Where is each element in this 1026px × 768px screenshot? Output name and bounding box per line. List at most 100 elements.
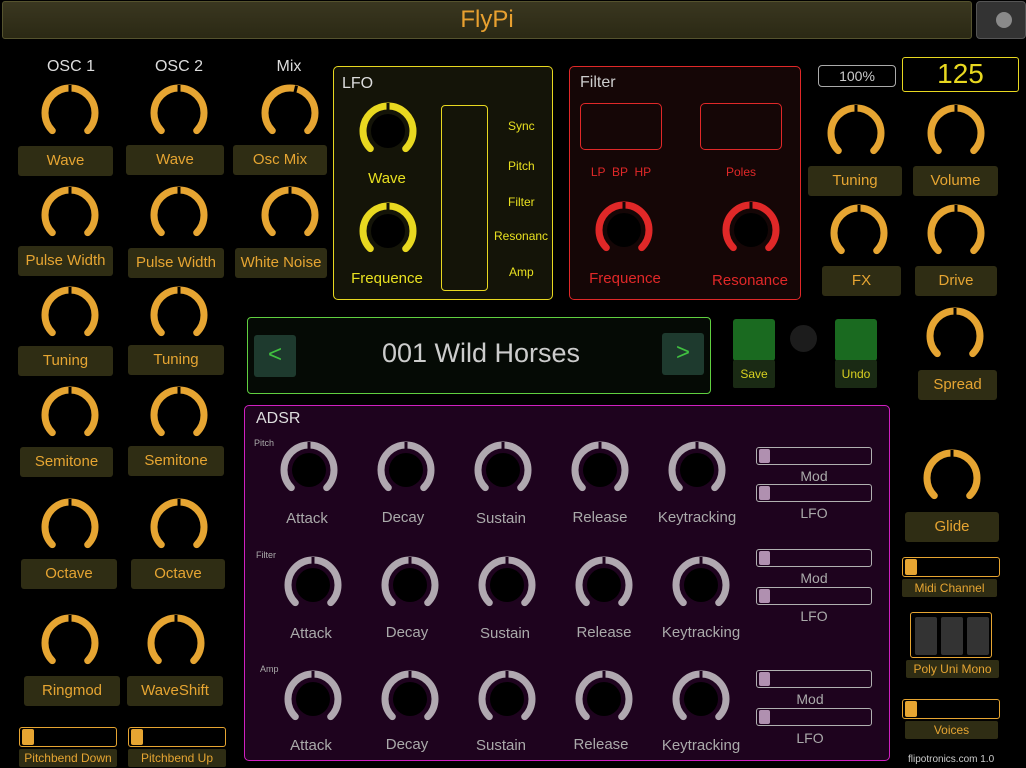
amp-mod-slider[interactable] [756, 670, 872, 688]
osc-mix-knob[interactable] [261, 84, 319, 142]
lfo-target-resonance[interactable]: Resonanc [494, 229, 550, 243]
master-tuning-label[interactable]: Tuning [808, 166, 902, 196]
white-noise-label[interactable]: White Noise [235, 248, 327, 278]
osc2-tuning-label[interactable]: Tuning [128, 345, 224, 375]
pitchbend-up-slider[interactable] [128, 727, 226, 747]
amp-keytracking-knob[interactable] [672, 670, 730, 728]
osc1-pulse-width-label[interactable]: Pulse Width [18, 246, 113, 276]
pitch-lfo-slider[interactable] [756, 484, 872, 502]
poly-segment[interactable] [915, 617, 937, 655]
osc-mix-label[interactable]: Osc Mix [233, 145, 327, 175]
uni-segment[interactable] [941, 617, 963, 655]
pitch-release-knob[interactable] [571, 441, 629, 499]
slider-thumb[interactable] [131, 729, 143, 745]
filter-mode-selector[interactable] [580, 103, 662, 150]
amp-decay-knob[interactable] [381, 670, 439, 728]
fx-label[interactable]: FX [822, 266, 901, 296]
lfo-frequence-knob[interactable] [359, 202, 417, 260]
lfo-target-selector[interactable] [441, 105, 488, 291]
pitch-keytracking-knob[interactable] [668, 441, 726, 499]
filter-lfo-slider[interactable] [756, 587, 872, 605]
fx-knob[interactable] [830, 204, 888, 262]
spread-label[interactable]: Spread [918, 370, 997, 400]
pitch-mod-slider[interactable] [756, 447, 872, 465]
osc2-octave-knob[interactable] [150, 498, 208, 556]
osc1-semitone-label[interactable]: Semitone [20, 447, 113, 477]
lfo-target-amp[interactable]: Amp [509, 265, 534, 279]
master-tuning-knob[interactable] [827, 104, 885, 162]
slider-thumb[interactable] [759, 710, 770, 724]
glide-label[interactable]: Glide [905, 512, 999, 542]
slider-thumb[interactable] [759, 449, 770, 463]
midi-channel-slider[interactable] [902, 557, 1000, 577]
slider-thumb[interactable] [905, 559, 917, 575]
drive-knob[interactable] [927, 204, 985, 262]
bpm-display[interactable]: 125 [902, 57, 1019, 92]
save-button[interactable] [733, 319, 775, 361]
filter-env-sustain-knob[interactable] [478, 556, 536, 614]
osc2-tuning-knob[interactable] [150, 286, 208, 344]
filter-env-keytracking-knob[interactable] [672, 556, 730, 614]
slider-thumb[interactable] [759, 589, 770, 603]
menu-button[interactable] [976, 1, 1026, 39]
osc2-pulse-width-knob[interactable] [150, 186, 208, 244]
osc1-tuning-label[interactable]: Tuning [18, 346, 113, 376]
voices-slider[interactable] [902, 699, 1000, 719]
osc2-octave-label[interactable]: Octave [131, 559, 225, 589]
osc2-wave-knob[interactable] [150, 84, 208, 142]
lfo-target-filter[interactable]: Filter [508, 195, 535, 209]
poly-mode-selector[interactable] [910, 612, 992, 658]
undo-button[interactable] [835, 319, 877, 361]
slider-thumb[interactable] [759, 672, 770, 686]
osc1-wave-knob[interactable] [41, 84, 99, 142]
volume-knob[interactable] [927, 104, 985, 162]
pitch-sustain-knob[interactable] [474, 441, 532, 499]
waveshift-knob[interactable] [147, 614, 205, 672]
amp-attack-knob[interactable] [284, 670, 342, 728]
pitch-attack-knob[interactable] [280, 441, 338, 499]
amp-lfo-slider[interactable] [756, 708, 872, 726]
filter-resonance-knob[interactable] [722, 201, 780, 259]
osc2-pulse-width-label[interactable]: Pulse Width [128, 248, 224, 278]
slider-thumb[interactable] [22, 729, 34, 745]
osc2-semitone-label[interactable]: Semitone [128, 446, 224, 476]
drive-label[interactable]: Drive [915, 266, 997, 296]
white-noise-knob[interactable] [261, 186, 319, 244]
spread-knob[interactable] [926, 307, 984, 365]
pitchbend-down-slider[interactable] [19, 727, 117, 747]
lfo-target-pitch[interactable]: Pitch [508, 159, 535, 173]
pitch-decay-knob[interactable] [377, 441, 435, 499]
save-label[interactable]: Save [733, 360, 775, 388]
filter-frequence-knob[interactable] [595, 201, 653, 259]
ringmod-label[interactable]: Ringmod [24, 676, 120, 706]
osc1-tuning-knob[interactable] [41, 286, 99, 344]
filter-poles-selector[interactable] [700, 103, 782, 150]
slider-thumb[interactable] [905, 701, 917, 717]
osc1-octave-label[interactable]: Octave [21, 559, 117, 589]
filter-env-attack-knob[interactable] [284, 556, 342, 614]
lfo-wave-knob[interactable] [359, 102, 417, 160]
waveshift-label[interactable]: WaveShift [127, 676, 223, 706]
osc2-semitone-knob[interactable] [150, 386, 208, 444]
osc1-octave-knob[interactable] [41, 498, 99, 556]
slider-thumb[interactable] [759, 551, 770, 565]
filter-env-decay-knob[interactable] [381, 556, 439, 614]
undo-label[interactable]: Undo [835, 360, 877, 388]
osc2-wave-label[interactable]: Wave [126, 145, 224, 175]
prev-preset-button[interactable]: < [254, 335, 296, 377]
osc1-wave-label[interactable]: Wave [18, 146, 113, 176]
amp-sustain-knob[interactable] [478, 670, 536, 728]
osc1-ringmod-knob[interactable] [41, 614, 99, 672]
next-preset-button[interactable]: > [662, 333, 704, 375]
mono-segment[interactable] [967, 617, 989, 655]
filter-mod-slider[interactable] [756, 549, 872, 567]
osc1-pulse-width-knob[interactable] [41, 186, 99, 244]
osc1-semitone-knob[interactable] [41, 386, 99, 444]
filter-env-release-knob[interactable] [575, 556, 633, 614]
amp-release-knob[interactable] [575, 670, 633, 728]
lfo-target-sync[interactable]: Sync [508, 119, 535, 133]
percent-display[interactable]: 100% [818, 65, 896, 87]
volume-label[interactable]: Volume [913, 166, 998, 196]
slider-thumb[interactable] [759, 486, 770, 500]
glide-knob[interactable] [923, 449, 981, 507]
